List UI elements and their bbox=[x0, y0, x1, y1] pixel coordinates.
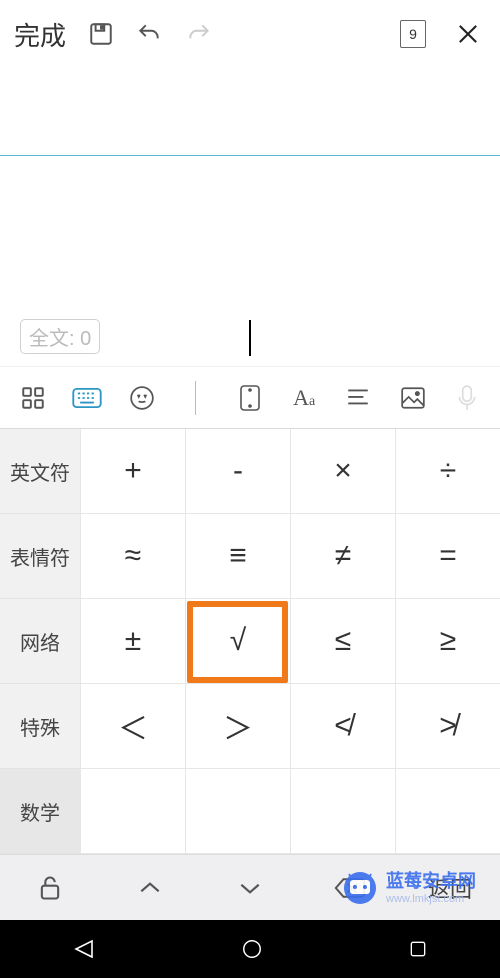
symbol-key[interactable]: + bbox=[80, 429, 185, 514]
close-button[interactable] bbox=[448, 20, 488, 48]
emoji-icon[interactable] bbox=[114, 367, 168, 428]
android-navbar bbox=[0, 920, 500, 978]
topbar-left-group: 完成 bbox=[12, 12, 214, 57]
ime-bottom-bar: 返回 bbox=[0, 854, 500, 920]
category-tabs: 英文符表情符网络特殊数学 bbox=[0, 429, 80, 854]
apps-icon[interactable] bbox=[6, 367, 60, 428]
category-tab[interactable]: 表情符 bbox=[0, 514, 80, 599]
image-icon[interactable] bbox=[386, 367, 440, 428]
symbol-grid: +-×÷ ≈≡≠= ±√≤≥ ＜＞≮≯ bbox=[80, 429, 500, 854]
back-button[interactable]: 返回 bbox=[400, 855, 500, 920]
symbol-key[interactable]: √ bbox=[185, 599, 290, 684]
symbol-key[interactable]: ＜ bbox=[80, 684, 185, 769]
category-tab[interactable]: 网络 bbox=[0, 599, 80, 684]
nav-back-icon[interactable] bbox=[72, 937, 96, 961]
collapse-up-icon[interactable] bbox=[100, 855, 200, 920]
title-area[interactable] bbox=[0, 68, 500, 156]
category-tab[interactable]: 特殊 bbox=[0, 684, 80, 769]
format-toolbar: Aa bbox=[0, 366, 500, 428]
symbol-key[interactable]: ≮ bbox=[290, 684, 395, 769]
text-cursor bbox=[249, 320, 251, 356]
symbol-key[interactable]: ÷ bbox=[395, 429, 500, 514]
symbol-key[interactable]: ＞ bbox=[185, 684, 290, 769]
done-button[interactable]: 完成 bbox=[12, 12, 68, 57]
symbol-key[interactable]: ≤ bbox=[290, 599, 395, 684]
redo-icon[interactable] bbox=[184, 21, 214, 47]
save-icon[interactable] bbox=[88, 21, 114, 47]
fullscreen-icon[interactable] bbox=[223, 367, 277, 428]
font-size-button[interactable]: 9 bbox=[400, 20, 426, 48]
topbar-right-group: 9 bbox=[400, 20, 488, 48]
nav-recent-icon[interactable] bbox=[408, 939, 428, 959]
keyboard-icon[interactable] bbox=[60, 367, 114, 428]
symbol-key[interactable]: ≥ bbox=[395, 599, 500, 684]
backspace-icon[interactable] bbox=[300, 855, 400, 920]
symbol-key[interactable]: ≠ bbox=[290, 514, 395, 599]
symbol-key[interactable] bbox=[290, 769, 395, 854]
align-icon[interactable] bbox=[331, 367, 385, 428]
editor-area[interactable]: 全文: 0 bbox=[0, 156, 500, 366]
word-count-badge: 全文: 0 bbox=[20, 319, 100, 354]
symbol-key[interactable]: ± bbox=[80, 599, 185, 684]
undo-icon[interactable] bbox=[134, 21, 164, 47]
symbol-key[interactable]: - bbox=[185, 429, 290, 514]
lock-icon[interactable] bbox=[0, 855, 100, 920]
microphone-icon[interactable] bbox=[440, 367, 494, 428]
nav-home-icon[interactable] bbox=[241, 938, 263, 960]
symbol-key[interactable]: ≯ bbox=[395, 684, 500, 769]
top-toolbar: 完成 9 bbox=[0, 0, 500, 68]
symbol-panel: 英文符表情符网络特殊数学 +-×÷ ≈≡≠= ±√≤≥ ＜＞≮≯ bbox=[0, 428, 500, 854]
font-icon[interactable]: Aa bbox=[277, 367, 331, 428]
symbol-key[interactable] bbox=[80, 769, 185, 854]
symbol-key[interactable]: ≡ bbox=[185, 514, 290, 599]
toolbar-divider bbox=[169, 367, 223, 428]
category-tab[interactable]: 英文符 bbox=[0, 429, 80, 514]
symbol-key[interactable] bbox=[395, 769, 500, 854]
symbol-key[interactable] bbox=[185, 769, 290, 854]
category-tab[interactable]: 数学 bbox=[0, 769, 80, 854]
expand-down-icon[interactable] bbox=[200, 855, 300, 920]
symbol-key[interactable]: × bbox=[290, 429, 395, 514]
symbol-key[interactable]: ≈ bbox=[80, 514, 185, 599]
symbol-key[interactable]: = bbox=[395, 514, 500, 599]
